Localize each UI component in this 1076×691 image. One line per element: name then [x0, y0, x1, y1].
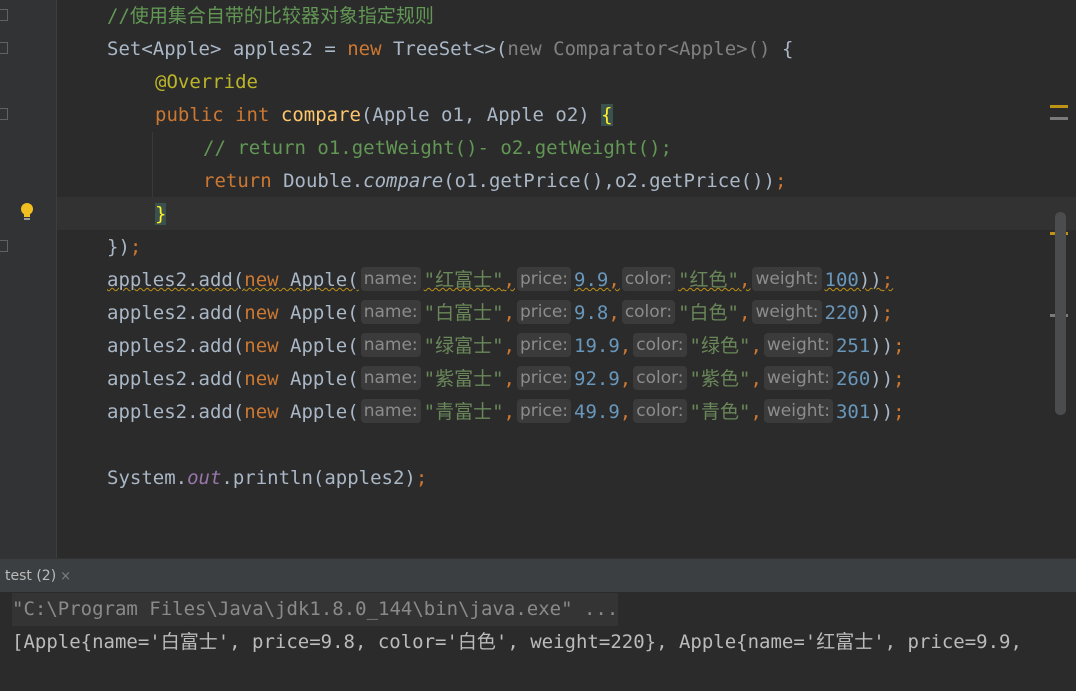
- code-editor[interactable]: //使用集合自带的比较器对象指定规则 Set<Apple> apples2 = …: [0, 0, 1076, 558]
- param-hint: name:: [360, 399, 421, 423]
- param-hint: price:: [516, 399, 572, 423]
- tab-run-test[interactable]: test (2) ×: [0, 559, 81, 593]
- console-output[interactable]: "C:\Program Files\Java\jdk1.8.0_144\bin\…: [0, 592, 1076, 691]
- code-line-add-apple[interactable]: apples2.add(new Apple(name: "绿富士", price: 1…: [107, 330, 905, 363]
- param-hint: weight:: [763, 366, 833, 390]
- console-output-line: [Apple{name='白富士', price=9.8, color='白色'…: [12, 631, 1022, 653]
- param-hint: price:: [516, 267, 572, 291]
- param-hint: price:: [516, 300, 572, 324]
- param-hint: color:: [633, 399, 687, 423]
- param-hint: color:: [633, 333, 687, 357]
- param-hint: name:: [360, 300, 421, 324]
- param-hint: name:: [360, 366, 421, 390]
- code-line-close-paren[interactable]: });: [107, 231, 141, 264]
- param-hint: weight:: [752, 300, 822, 324]
- param-hint: color:: [621, 267, 676, 291]
- code-line-add-apple[interactable]: apples2.add(new Apple(name: "红富士", price: 9…: [107, 264, 893, 297]
- param-hint: color:: [621, 300, 676, 324]
- close-icon[interactable]: ×: [60, 569, 71, 584]
- code-line-add-apple[interactable]: apples2.add(new Apple(name: "紫富士", price: 9…: [107, 363, 905, 396]
- code-line-add-apple[interactable]: apples2.add(new Apple(name: "青富士", price: 4…: [107, 396, 905, 429]
- param-hint: color:: [633, 366, 687, 390]
- run-panel-tabbar: test (2) ×: [0, 558, 1076, 593]
- indent-guide: [152, 132, 153, 198]
- code-line-return[interactable]: return Double.compare(o1.getPrice(),o2.g…: [203, 165, 786, 198]
- param-hint: name:: [360, 333, 421, 357]
- code-line-compare[interactable]: public int compare(Apple o1, Apple o2) {: [155, 99, 613, 132]
- code-line-close-brace[interactable]: }: [155, 198, 167, 231]
- current-line-highlight: [57, 197, 1076, 230]
- fold-marker[interactable]: [0, 42, 8, 54]
- tab-label: test (2): [5, 568, 57, 584]
- param-hint: weight:: [763, 333, 833, 357]
- fold-marker[interactable]: [0, 240, 8, 252]
- code-annotation: @Override: [155, 71, 258, 93]
- console-command-line: "C:\Program Files\Java\jdk1.8.0_144\bin\…: [12, 593, 619, 626]
- code-line-add-apple[interactable]: apples2.add(new Apple(name: "白富士", price: 9…: [107, 297, 893, 330]
- fold-marker[interactable]: [0, 9, 8, 21]
- warning-marker[interactable]: [1050, 105, 1068, 108]
- code-line-println[interactable]: System.out.println(apples2);: [107, 462, 427, 495]
- vertical-scrollbar[interactable]: [1055, 212, 1066, 415]
- param-hint: weight:: [752, 267, 822, 291]
- param-hint: price:: [516, 366, 572, 390]
- param-hint: price:: [516, 333, 572, 357]
- lightbulb-icon[interactable]: [19, 202, 35, 222]
- code-comment: //使用集合自带的比较器对象指定规则: [107, 5, 434, 27]
- param-hint: weight:: [763, 399, 833, 423]
- param-hint: name:: [360, 267, 421, 291]
- scroll-marker[interactable]: [1050, 117, 1068, 120]
- fold-marker[interactable]: [0, 108, 8, 120]
- editor-gutter: [0, 0, 57, 558]
- code-line-treeset[interactable]: Set<Apple> apples2 = new TreeSet<>(new C…: [107, 33, 793, 66]
- code-comment: // return o1.getWeight()- o2.getWeight()…: [203, 137, 672, 159]
